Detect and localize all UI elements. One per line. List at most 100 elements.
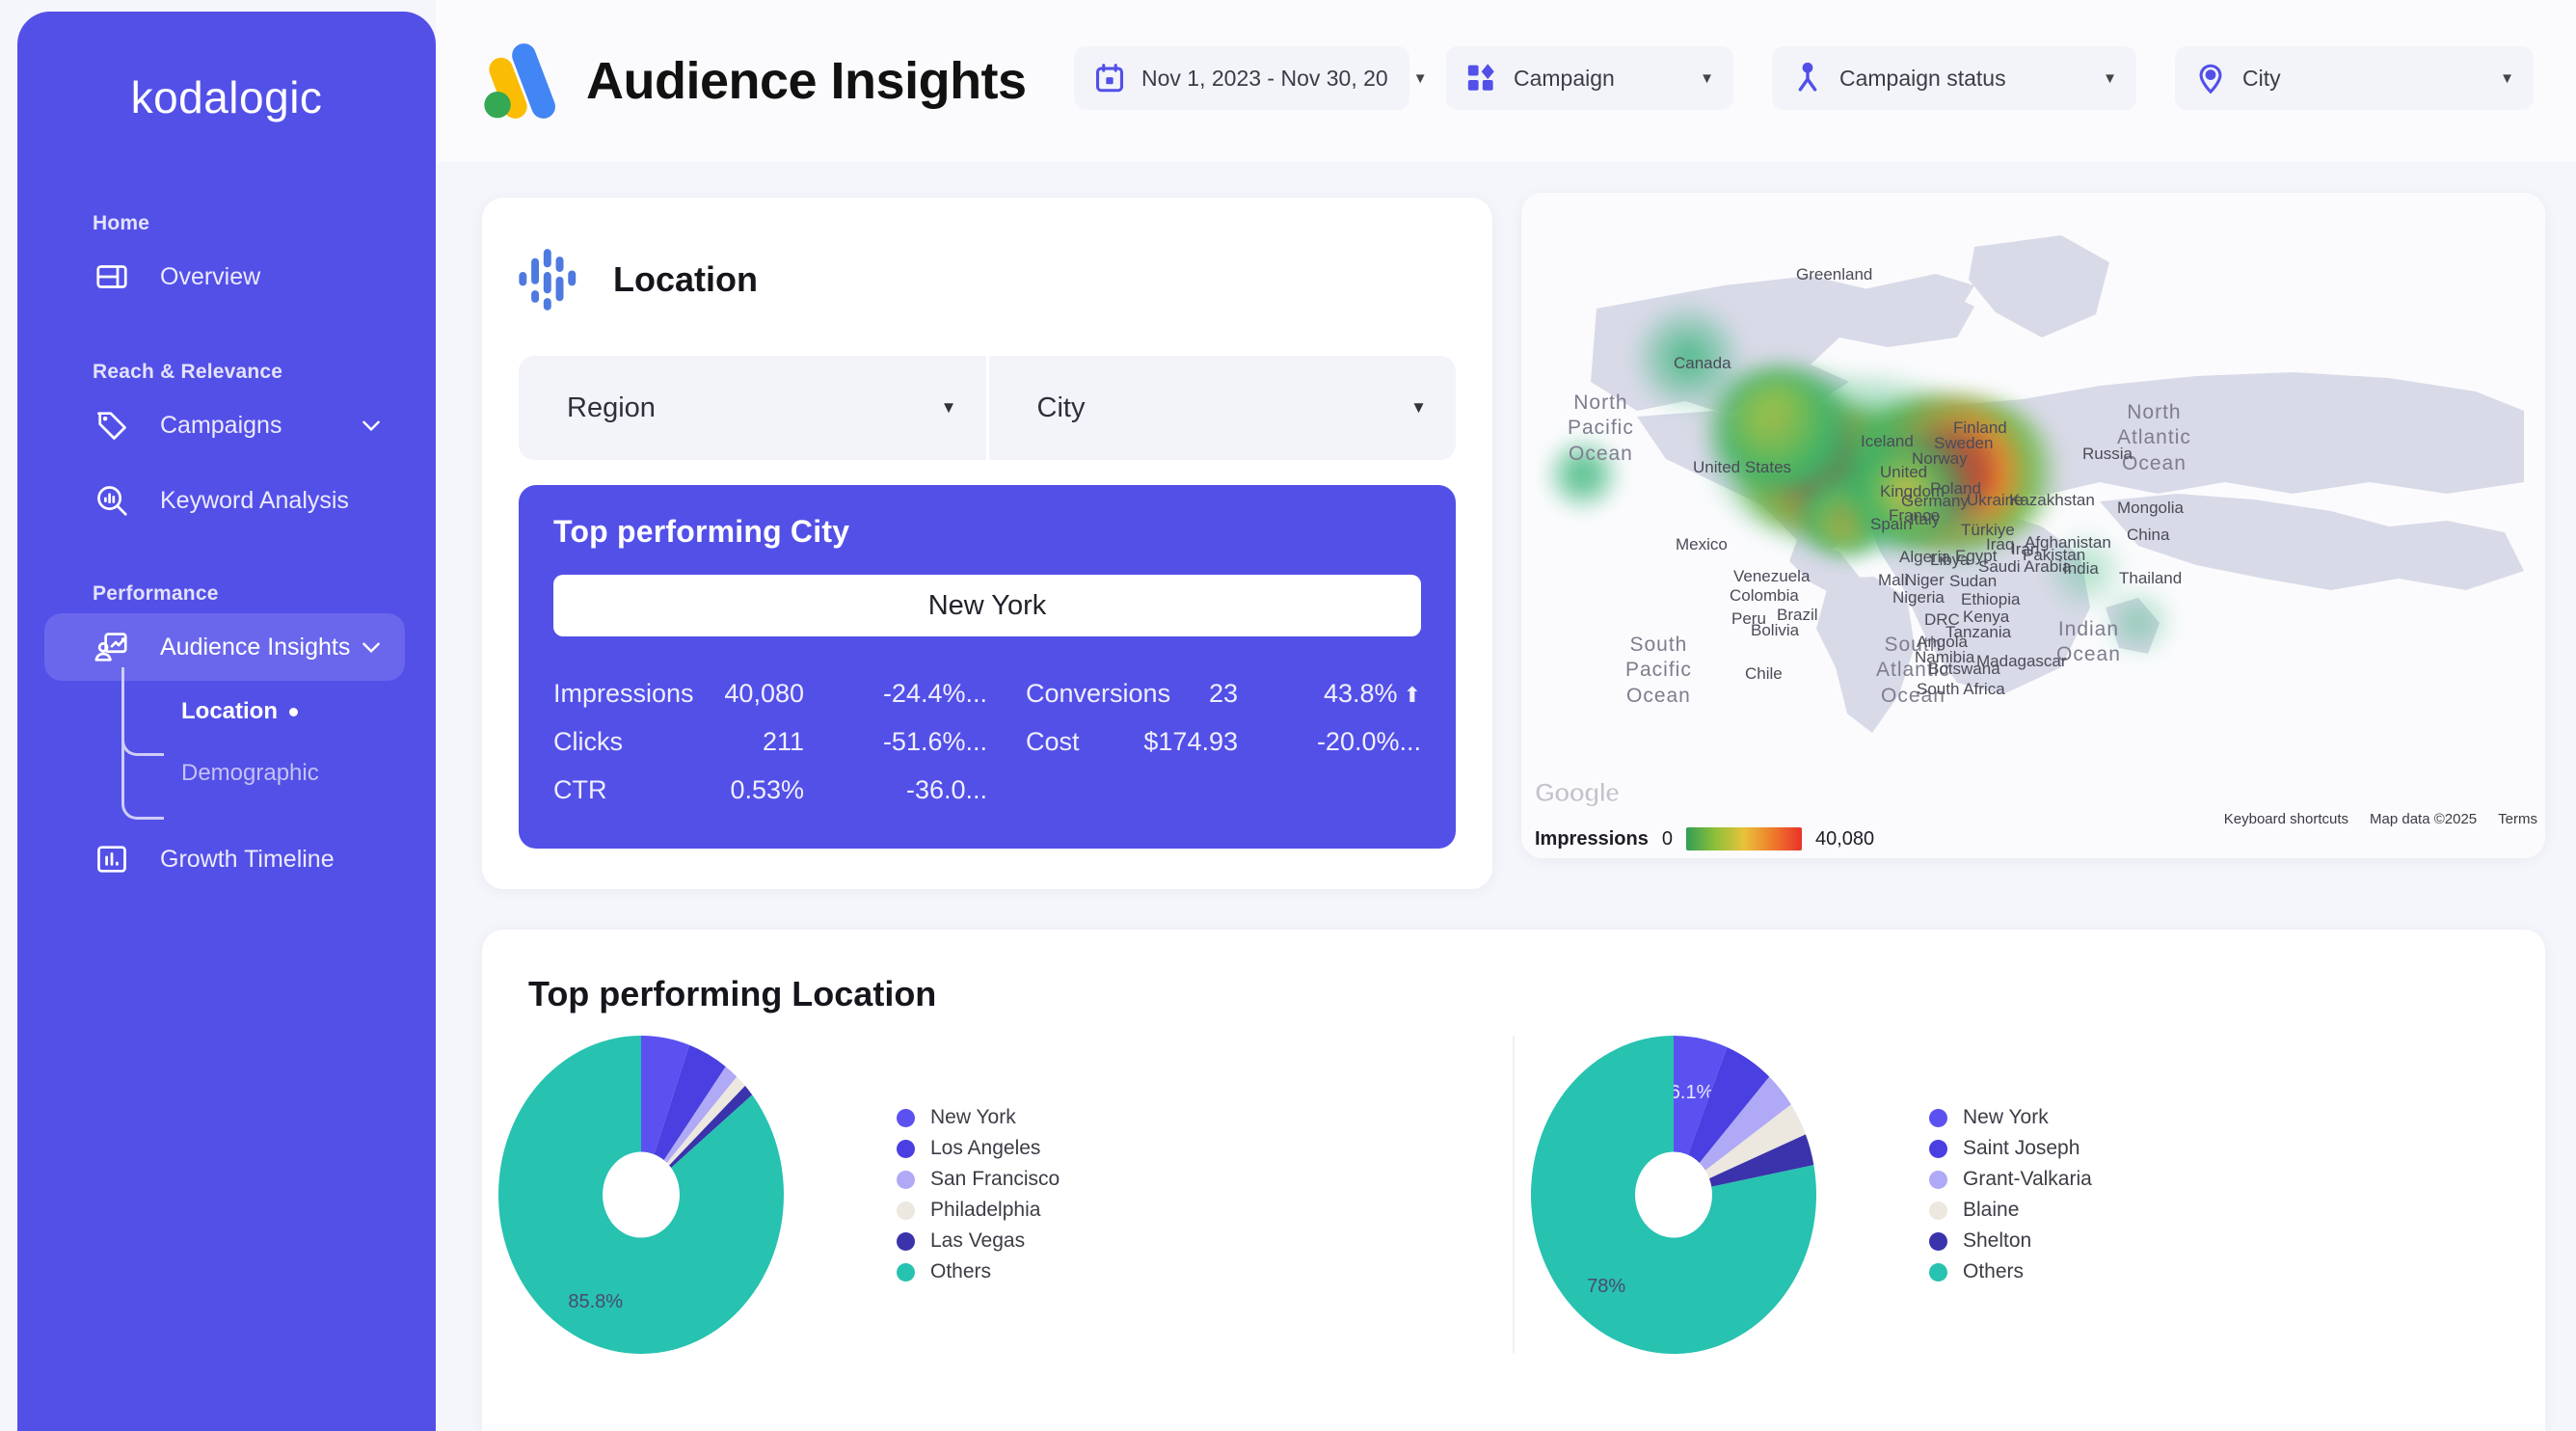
ocean-label: South Pacific Ocean — [1625, 634, 1692, 707]
sidebar-item-label: Keyword Analysis — [160, 486, 349, 514]
legend-item[interactable]: San Francisco — [897, 1164, 1060, 1195]
country-label: Spain — [1870, 515, 1913, 533]
sidebar-item-growth-timeline[interactable]: Growth Timeline — [44, 825, 405, 893]
terms-link[interactable]: Terms — [2498, 811, 2537, 827]
chevron-down-icon[interactable]: ▼ — [1410, 398, 1427, 418]
legend-gradient-bar — [1685, 827, 1802, 850]
pie-chart-block-2: 6.1% 78% New York Saint Joseph Grant-Valkar… — [1513, 1036, 2545, 1354]
country-label: Italy — [1910, 510, 1941, 528]
chevron-down-icon[interactable]: ▼ — [1675, 70, 1714, 87]
legend-item[interactable]: Saint Joseph — [1929, 1133, 2092, 1164]
chevron-down-icon[interactable]: ▼ — [2475, 70, 2514, 87]
legend-item[interactable]: Shelton — [1929, 1226, 2092, 1256]
legend-swatch — [1929, 1231, 1947, 1251]
campaign-filter[interactable]: Campaign ▼ — [1446, 46, 1733, 110]
metric-ctr: CTR 0.53% -36.0... — [553, 766, 987, 814]
keyboard-shortcuts-link[interactable]: Keyboard shortcuts — [2224, 811, 2348, 827]
legend-min-value: 0 — [1661, 827, 1673, 850]
region-select[interactable]: Region ▼ — [519, 356, 989, 460]
top-performing-city-heading: Top performing City — [553, 514, 850, 549]
arrow-up-icon: ⬆ — [1403, 682, 1421, 707]
pie-data-label: 85.8% — [568, 1291, 623, 1312]
legend-item[interactable]: Blaine — [1929, 1195, 2092, 1226]
google-watermark: Google — [1535, 778, 1621, 808]
country-label: Madagascar — [1976, 652, 2067, 670]
pie-chart-2[interactable]: 6.1% 78% — [1524, 1036, 1891, 1354]
metric-delta: -20.0%... — [1316, 726, 1421, 756]
chevron-down-icon[interactable]: ▼ — [1388, 70, 1428, 87]
legend-label: Blaine — [1963, 1199, 2020, 1221]
audience-insights-subnav: Location Demographic — [121, 667, 436, 820]
sidebar-item-keyword-analysis[interactable]: Keyword Analysis — [44, 467, 405, 534]
pie-2-wrap[interactable]: 6.1% 78% — [1515, 1036, 1900, 1354]
city-value: City — [2242, 65, 2281, 91]
pie-2-legend: New York Saint Joseph Grant-Valkaria Blaine… — [1929, 1102, 2092, 1287]
map-attribution: Keyboard shortcuts Map data ©2025 Terms — [2224, 811, 2537, 827]
map-pin-icon — [2194, 62, 2227, 94]
chevron-down-icon[interactable]: ▼ — [2078, 70, 2117, 87]
country-label: Greenland — [1796, 265, 1873, 284]
pie-charts-row: 85.8% New York Los Angeles San Francisco Ph… — [482, 1036, 2545, 1354]
chevron-down-icon[interactable] — [359, 413, 384, 438]
legend-swatch — [897, 1170, 915, 1189]
metric-conversions: Conversions 23 43.8% ⬆ — [987, 669, 1421, 717]
chevron-down-icon[interactable] — [359, 634, 384, 660]
pie-chart-1[interactable]: 85.8% — [492, 1036, 858, 1354]
metric-delta: -51.6%... — [882, 726, 987, 756]
legend-label: Saint Joseph — [1963, 1137, 2080, 1159]
metric-key: Cost — [1026, 726, 1080, 756]
metric-cost: Cost $174.93 -20.0%... — [987, 717, 1421, 766]
status-hierarchy-icon — [1791, 62, 1824, 94]
sidebar-item-audience-insights[interactable]: Audience Insights — [44, 613, 405, 681]
audience-insights-icon — [93, 628, 131, 666]
country-label: Thailand — [2119, 569, 2183, 587]
sidebar-subitem-label: Location — [181, 698, 278, 724]
top-performing-location-card: Top performing Location 85.8% New York Lo… — [482, 930, 2545, 1431]
metric-value: 0.53% — [730, 774, 804, 804]
pie-1-legend: New York Los Angeles San Francisco Philadel… — [897, 1102, 1060, 1287]
country-label: United States — [1693, 458, 1792, 476]
legend-item[interactable]: Los Angeles — [897, 1133, 1060, 1164]
legend-item[interactable]: Grant-Valkaria — [1929, 1164, 2092, 1195]
date-range-value: Nov 1, 2023 - Nov 30, 20 — [1141, 65, 1388, 91]
sidebar-subitem-location[interactable]: Location — [121, 681, 436, 742]
active-dot-icon — [289, 707, 298, 716]
sidebar-section-reach: Reach & Relevance — [93, 361, 283, 383]
sidebar-subitem-demographic[interactable]: Demographic — [121, 742, 436, 804]
sidebar-item-overview[interactable]: Overview — [44, 243, 405, 310]
pie-1-wrap[interactable]: 85.8% — [482, 1036, 868, 1354]
campaign-status-filter[interactable]: Campaign status ▼ — [1772, 46, 2136, 110]
legend-swatch — [1929, 1108, 1947, 1127]
legend-item[interactable]: New York — [897, 1102, 1060, 1133]
city-select[interactable]: City ▼ — [988, 356, 1456, 460]
legend-item[interactable]: Las Vegas — [897, 1226, 1060, 1256]
impressions-heatmap-map[interactable]: North Pacific Ocean North Atlantic Ocean South… — [1521, 193, 2545, 858]
page-title: Audience Insights — [586, 52, 1027, 110]
legend-swatch — [897, 1108, 915, 1127]
country-label: Colombia — [1730, 586, 1799, 605]
sidebar-item-campaigns[interactable]: Campaigns — [44, 392, 405, 459]
map-canvas[interactable]: North Pacific Ocean North Atlantic Ocean South… — [1521, 193, 2545, 858]
world-landmass — [1591, 235, 2524, 733]
legend-item[interactable]: Others — [1929, 1256, 2092, 1287]
country-label: Nigeria — [1892, 588, 1945, 607]
legend-label: Shelton — [1963, 1229, 2032, 1252]
tree-connector-demographic — [121, 667, 164, 820]
brand-logo[interactable]: kodalogic — [17, 71, 436, 123]
date-range-filter[interactable]: Nov 1, 2023 - Nov 30, 20 ▼ — [1074, 46, 1428, 110]
legend-label: Others — [930, 1260, 992, 1282]
city-filter[interactable]: City ▼ — [2175, 46, 2534, 110]
metric-delta: 43.8% ⬆ — [1324, 678, 1421, 708]
legend-item[interactable]: Others — [897, 1256, 1060, 1287]
legend-item[interactable]: Philadelphia — [897, 1195, 1060, 1226]
country-label: Niger — [1905, 571, 1945, 589]
chevron-down-icon[interactable]: ▼ — [941, 398, 957, 418]
legend-item[interactable]: New York — [1929, 1102, 2092, 1133]
legend-swatch — [897, 1231, 915, 1251]
country-label: Venezuela — [1733, 567, 1811, 585]
city-select-value: City — [1036, 392, 1086, 423]
sidebar-item-label: Audience Insights — [160, 633, 351, 661]
location-card: Location Region ▼ City ▼ Top performing … — [482, 198, 1492, 889]
tag-icon — [93, 406, 131, 445]
ocean-label: North Atlantic Ocean — [2117, 401, 2191, 474]
